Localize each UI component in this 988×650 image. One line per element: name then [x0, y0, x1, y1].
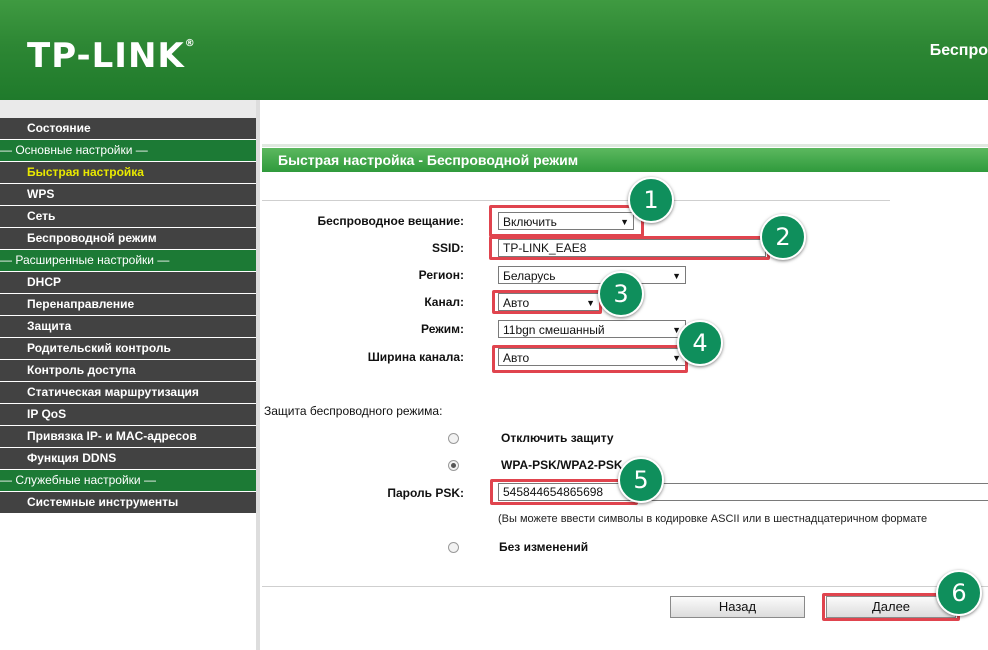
security-heading: Защита беспроводного режима: — [264, 404, 443, 418]
sidebar-item-parental-control[interactable]: Родительский контроль — [0, 338, 256, 359]
sidebar-item-static-routing[interactable]: Статическая маршрутизация — [0, 382, 256, 403]
highlight-channel — [492, 290, 602, 314]
sidebar-item-network[interactable]: Сеть — [0, 206, 256, 227]
sidebar-item-ip-qos[interactable]: IP QoS — [0, 404, 256, 425]
sidebar-border — [256, 100, 260, 650]
sidebar-item-security[interactable]: Защита — [0, 316, 256, 337]
sidebar-item-access-control[interactable]: Контроль доступа — [0, 360, 256, 381]
highlight-broadcast — [489, 205, 644, 237]
wpa-psk-label: WPA-PSK/WPA2-PSK — [501, 458, 623, 472]
sidebar-group-advanced[interactable]: — Расширенные настройки — — [0, 250, 256, 271]
step-badge-3: 3 — [598, 271, 644, 317]
broadcast-label: Беспроводное вещание: — [317, 214, 464, 228]
sidebar-item-system-tools[interactable]: Системные инструменты — [0, 492, 256, 513]
divider-top — [262, 200, 890, 201]
sidebar-item-quick-setup[interactable]: Быстрая настройка — [0, 162, 256, 183]
header: TP-LINK® Беспро — [0, 0, 988, 100]
highlight-psk — [490, 479, 638, 505]
step-badge-4: 4 — [677, 320, 723, 366]
ssid-label: SSID: — [431, 241, 464, 255]
chevron-down-icon: ▼ — [672, 271, 681, 281]
radio-disable-security[interactable] — [448, 433, 459, 444]
radio-no-change[interactable] — [448, 542, 459, 553]
sidebar-menu: Состояние — Основные настройки — Быстрая… — [0, 118, 256, 514]
step-badge-1: 1 — [628, 177, 674, 223]
back-button[interactable]: Назад — [670, 596, 805, 618]
disable-security-label: Отключить защиту — [501, 431, 614, 445]
radio-wpa-psk[interactable] — [448, 460, 459, 471]
sidebar-top-band — [0, 100, 260, 118]
main-panel: Быстрая настройка - Беспроводной режим — [262, 100, 988, 650]
sidebar-item-status[interactable]: Состояние — [0, 118, 256, 139]
sidebar-item-ip-mac-binding[interactable]: Привязка IP- и MAC-адресов — [0, 426, 256, 447]
channel-width-label: Ширина канала: — [367, 350, 464, 364]
highlight-ssid — [489, 236, 770, 260]
sidebar-item-forwarding[interactable]: Перенаправление — [0, 294, 256, 315]
highlight-channel-width — [492, 345, 688, 373]
tp-link-logo: TP-LINK® — [27, 36, 196, 76]
region-label: Регион: — [418, 268, 464, 282]
page-title: Быстрая настройка - Беспроводной режим — [262, 144, 988, 172]
sidebar-item-dhcp[interactable]: DHCP — [0, 272, 256, 293]
psk-hint: (Вы можете ввести символы в кодировке AS… — [498, 513, 928, 525]
step-badge-6: 6 — [936, 570, 982, 616]
sidebar-item-wps[interactable]: WPS — [0, 184, 256, 205]
sidebar-item-wireless[interactable]: Беспроводной режим — [0, 228, 256, 249]
sidebar-group-system[interactable]: — Служебные настройки — — [0, 470, 256, 491]
mode-select[interactable]: 11bgn смешанный ▼ — [498, 320, 686, 338]
step-badge-2: 2 — [760, 214, 806, 260]
divider-bottom — [262, 586, 988, 587]
sidebar-group-basic[interactable]: — Основные настройки — — [0, 140, 256, 161]
region-select[interactable]: Беларусь ▼ — [498, 266, 686, 284]
channel-label: Канал: — [424, 295, 464, 309]
psk-label: Пароль PSK: — [387, 486, 464, 500]
sidebar-item-ddns[interactable]: Функция DDNS — [0, 448, 256, 469]
mode-label: Режим: — [421, 322, 464, 336]
section-title: Беспро — [929, 42, 988, 59]
no-change-label: Без изменений — [499, 540, 589, 554]
step-badge-5: 5 — [618, 457, 664, 503]
